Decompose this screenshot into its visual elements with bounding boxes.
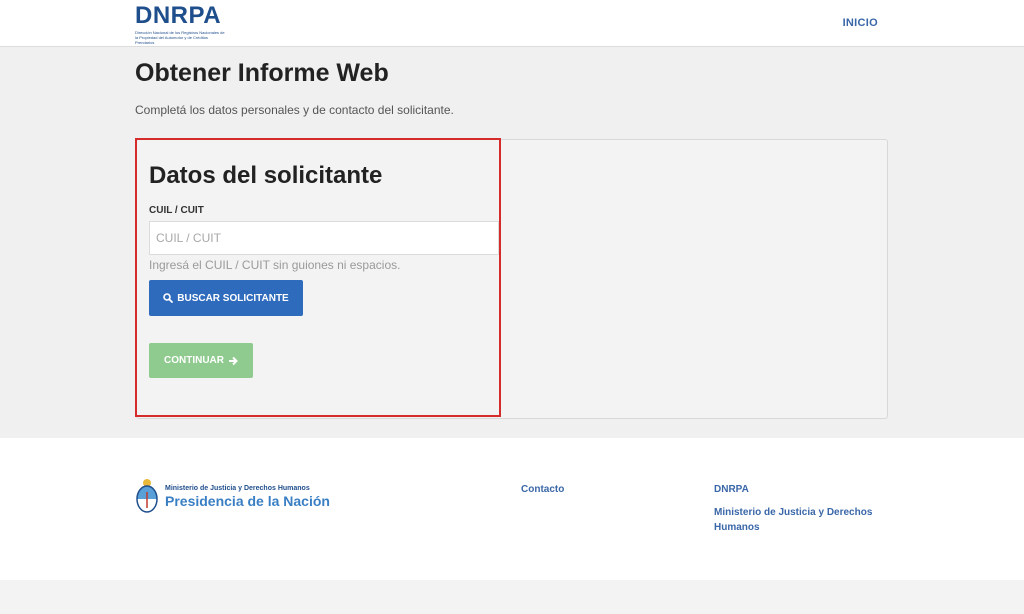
logo-text: DNRPA bbox=[135, 2, 222, 29]
coat-of-arms-icon bbox=[135, 478, 159, 514]
presidencia-text: Ministerio de Justicia y Derechos Humano… bbox=[165, 484, 330, 509]
page-subtitle: Completá los datos personales y de conta… bbox=[135, 103, 454, 117]
continuar-label: CONTINUAR bbox=[164, 355, 224, 366]
cuil-label: CUIL / CUIT bbox=[149, 205, 204, 216]
section-title: Datos del solicitante bbox=[149, 162, 383, 189]
nav-inicio-link[interactable]: INICIO bbox=[843, 17, 878, 29]
footer-dnrpa-link[interactable]: DNRPA bbox=[714, 482, 749, 497]
search-icon bbox=[163, 293, 174, 303]
top-header: DNRPA Dirección Nacional de los Registro… bbox=[0, 0, 1024, 47]
presidencia-text-big: Presidencia de la Nación bbox=[165, 492, 330, 509]
page-title: Obtener Informe Web bbox=[135, 59, 389, 87]
buscar-label: BUSCAR SOLICITANTE bbox=[177, 292, 289, 304]
dnrpa-logo[interactable]: DNRPA Dirección Nacional de los Registro… bbox=[135, 2, 230, 46]
footer-ministerio-link[interactable]: Ministerio de Justicia y Derechos Humano… bbox=[714, 505, 884, 535]
cuil-input[interactable] bbox=[149, 221, 499, 255]
footer-contacto-link[interactable]: Contacto bbox=[521, 482, 564, 497]
logo-subtitle: Dirección Nacional de los Registros Naci… bbox=[135, 30, 225, 45]
cuil-help-text: Ingresá el CUIL / CUIT sin guiones ni es… bbox=[149, 258, 401, 272]
footer-bottom-bar bbox=[0, 580, 1024, 614]
arrow-right-icon bbox=[228, 356, 238, 366]
ministry-small-text: Ministerio de Justicia y Derechos Humano… bbox=[165, 484, 310, 492]
presidencia-logo[interactable]: Ministerio de Justicia y Derechos Humano… bbox=[135, 478, 330, 514]
continuar-button[interactable]: CONTINUAR bbox=[149, 343, 253, 378]
buscar-solicitante-button[interactable]: BUSCAR SOLICITANTE bbox=[149, 280, 303, 316]
